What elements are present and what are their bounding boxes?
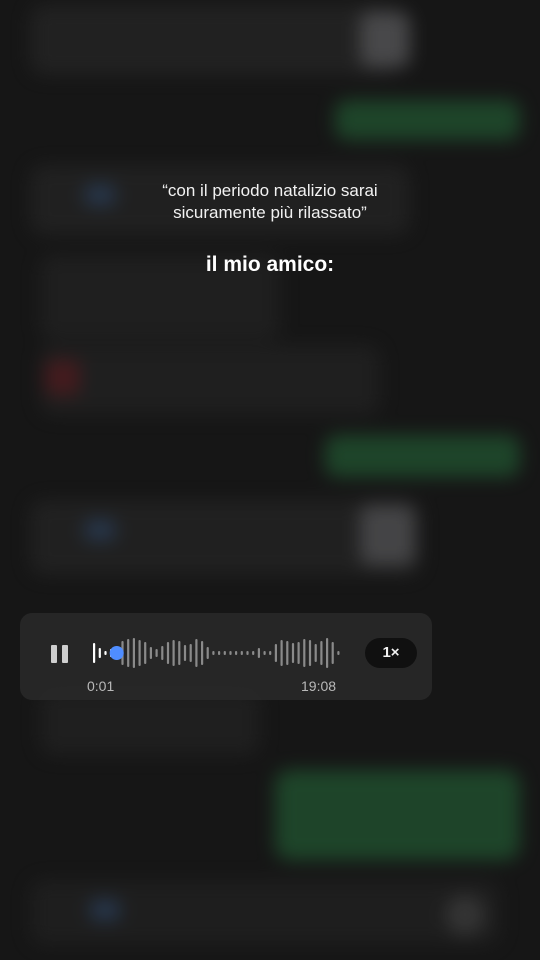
- playback-speed-button[interactable]: 1×: [365, 638, 417, 668]
- waveform-bar: [280, 640, 283, 666]
- waveform-bar: [235, 651, 238, 655]
- waveform-bar: [98, 648, 101, 658]
- waveform-bar: [246, 651, 249, 655]
- quote-line-1: “con il periodo natalizio sarai: [162, 181, 378, 200]
- waveform-bar: [212, 651, 215, 655]
- waveform-bar: [297, 642, 300, 664]
- waveform-bar: [127, 639, 130, 667]
- waveform-bar: [178, 641, 181, 665]
- waveform-bar: [303, 639, 306, 667]
- current-time: 0:01: [87, 678, 115, 694]
- waveform-bar: [263, 651, 266, 655]
- waveform-bar: [291, 643, 295, 663]
- quote-line-2: sicuramente più rilassato”: [173, 203, 367, 222]
- quote-caption: “con il periodo natalizio sarai sicurame…: [0, 180, 540, 224]
- waveform-bar: [189, 644, 192, 662]
- waveform-bar: [286, 641, 289, 665]
- waveform-bar: [314, 644, 317, 662]
- waveform-bar: [223, 651, 226, 655]
- waveform-bar: [229, 651, 232, 655]
- waveform-bar: [93, 643, 96, 663]
- waveform-bar: [183, 645, 187, 661]
- speaker-label: il mio amico:: [205, 253, 335, 276]
- waveform-bar: [320, 641, 323, 665]
- waveform-bar: [331, 642, 334, 664]
- waveform-bar: [195, 639, 198, 667]
- waveform-bar: [252, 651, 255, 655]
- waveform-bar: [149, 647, 152, 659]
- waveform-bar: [172, 640, 175, 666]
- waveform-bar: [155, 649, 158, 657]
- waveform-bar: [337, 651, 340, 655]
- waveform-bar: [104, 651, 107, 655]
- waveform-bar: [269, 651, 272, 655]
- waveform-bar: [132, 638, 135, 668]
- pause-icon-bar-right: [61, 645, 68, 663]
- waveform-bar: [161, 646, 164, 660]
- waveform-bar: [326, 638, 329, 668]
- waveform-bar: [201, 641, 204, 665]
- waveform-bar: [257, 648, 260, 658]
- pause-icon-bar-left: [50, 645, 57, 663]
- pause-button[interactable]: [48, 643, 70, 665]
- waveform-bar: [144, 642, 147, 664]
- waveform-bar: [138, 640, 141, 666]
- waveform-bar: [218, 651, 221, 655]
- waveform-scrubber[interactable]: [92, 635, 342, 671]
- voice-message-player: 1× 0:01 19:08: [20, 613, 432, 700]
- waveform-bar: [166, 642, 170, 664]
- waveform-bar: [240, 651, 243, 655]
- waveform-bar: [308, 640, 312, 666]
- waveform-bar: [274, 644, 277, 662]
- total-duration: 19:08: [301, 678, 337, 694]
- blurred-chat-background: [0, 0, 540, 960]
- playhead-handle[interactable]: [109, 646, 124, 660]
- waveform-bar: [206, 647, 209, 659]
